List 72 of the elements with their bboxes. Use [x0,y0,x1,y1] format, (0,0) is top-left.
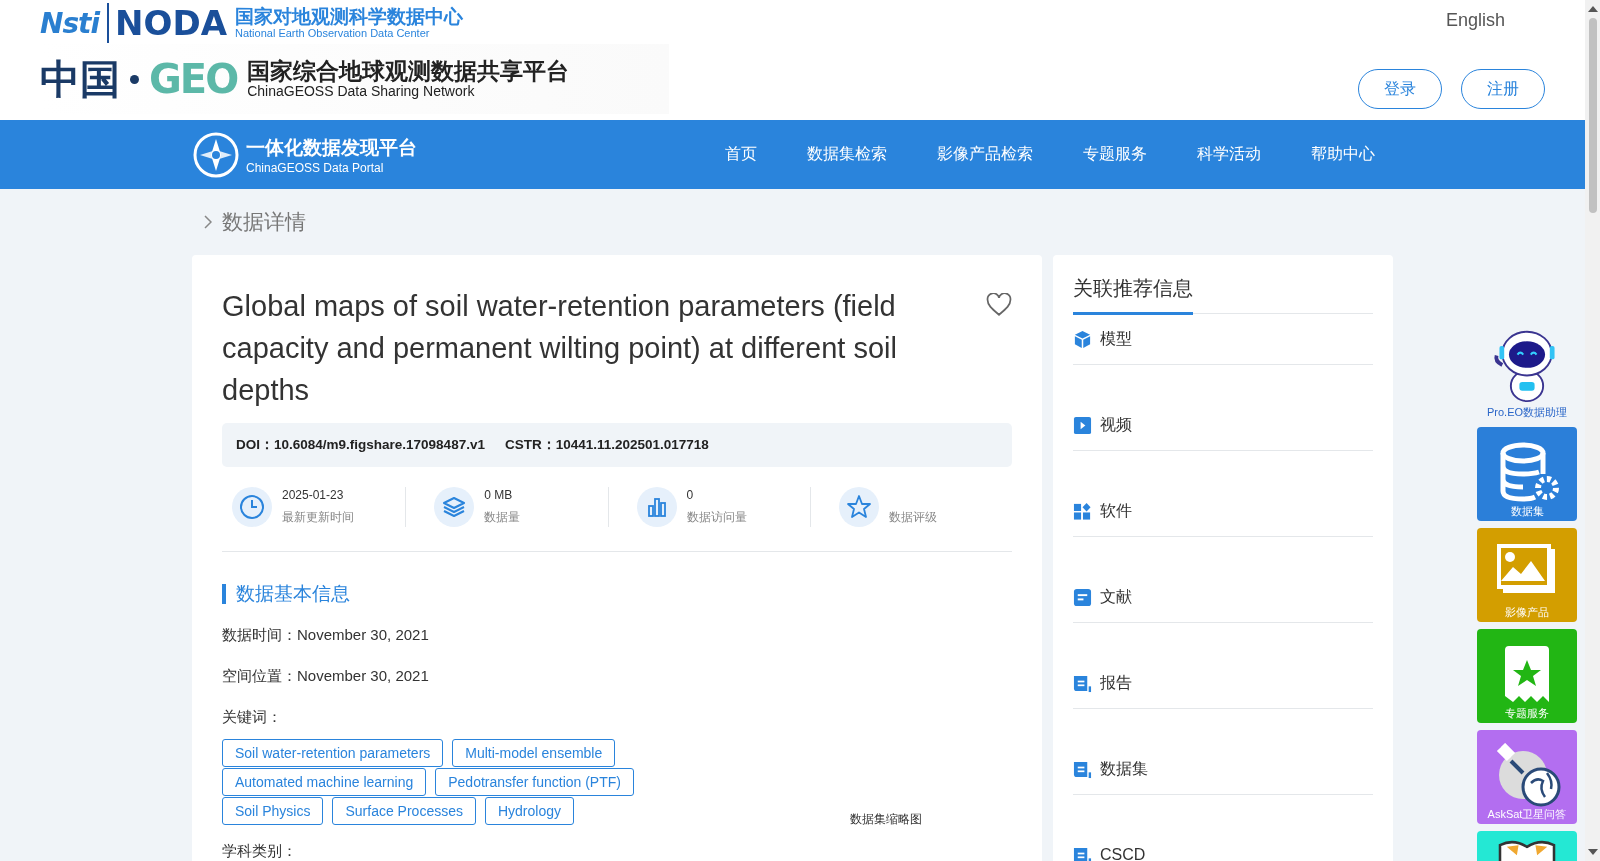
keyword-tag[interactable]: Automated machine learning [222,768,427,796]
platform-name: 国家综合地球观测数据共享平台 [247,58,570,84]
keyword-tag[interactable]: Pedotransfer function (PTF) [435,768,634,796]
portal-subtitle: ChinaGEOSS Data Portal [246,160,385,175]
stat-label: 数据访问量 [686,509,747,526]
document-icon [1073,587,1092,607]
compass-logo-icon [192,130,240,179]
keyword-tag[interactable]: Multi-model ensemble [452,739,616,767]
nav-link[interactable]: 影像产品检索 [937,144,1033,165]
nav-link[interactable]: 科学活动 [1197,144,1261,165]
panel-title: 关联推荐信息 [1073,275,1193,315]
scroll-icon [1073,673,1092,693]
nav-link[interactable]: 首页 [725,144,757,165]
center-name-english: National Earth Observation Data Center [235,27,431,40]
related-link[interactable]: 数据集 [1100,758,1148,780]
stat-label: 最新更新时间 [282,509,354,526]
related-link[interactable]: 报告 [1100,672,1132,694]
apps-icon [1073,501,1092,521]
scrollbar[interactable] [1585,0,1600,861]
shortcut-tile[interactable]: 数据集 [1477,427,1577,521]
stat-value: 2025-01-23 [282,488,345,502]
thumbnail-caption: 数据集缩略图 [850,811,922,828]
section-title: 数据基本信息 [222,584,1012,604]
scroll-icon [1073,759,1092,779]
related-link[interactable]: 软件 [1100,500,1132,522]
nav-link[interactable]: 数据集检索 [807,144,887,165]
scroll-down-icon[interactable] [1587,849,1598,855]
shortcut-tile[interactable]: 影像产品 [1477,528,1577,622]
portal-title: 一体化数据发现平台 [246,135,417,160]
heart-icon[interactable] [986,293,1012,317]
keyword-tag[interactable]: Soil Physics [222,797,324,825]
cube-icon [1073,329,1092,349]
category-label: 学科类别： [222,842,298,861]
shortcut-tile[interactable]: 专题服务 [1477,629,1577,723]
related-link[interactable]: 文献 [1100,586,1132,608]
layers-icon [434,487,475,527]
dataset-title: Global maps of soil water-retention parameters (field capacity and permanent wilting point) at different soil depths [222,289,898,408]
field-text: 空间位置：November 30, 2021 [222,667,430,686]
logo-text: Nsti [40,6,100,40]
play-icon [1073,415,1092,435]
keyword-tag[interactable]: Hydrology [484,797,574,825]
dot-icon [130,74,139,84]
assistant-link[interactable]: Pro.EO数据助理 [1486,405,1568,420]
stat-label: 数据量 [484,509,521,526]
related-link[interactable]: 模型 [1100,328,1132,350]
keyword-tag[interactable]: Surface Processes [332,797,476,825]
clock-icon [232,487,272,527]
field-text: 数据时间：November 30, 2021 [222,626,430,645]
auth-button[interactable]: 登录 [1358,69,1442,109]
logo-text: 中国 [40,53,120,104]
auth-button[interactable]: 注册 [1461,69,1545,109]
logo-text: GEO [149,56,238,102]
center-name: 国家对地观测科学数据中心 [235,6,463,28]
language-link[interactable]: English [1445,10,1505,31]
related-link[interactable]: CSCD [1100,846,1146,861]
nav-link[interactable]: 专题服务 [1083,144,1147,165]
shortcut-tile[interactable]: AskSat卫星问答 [1477,730,1577,824]
keyword-tag[interactable]: Soil water-retention parameters [222,739,444,767]
platform-name-english: ChinaGEOSS Data Sharing Network [247,83,475,100]
chevron-right-icon [204,215,212,229]
identifier-text: DOI：10.6084/m9.figshare.17098487.v1 [236,436,485,454]
keywords-label: 关键词： [222,708,283,727]
identifier-text: CSTR：10441.11.202501.017718 [504,436,709,454]
scroll-up-icon[interactable] [1587,6,1598,12]
breadcrumb: 数据详情 [222,209,306,235]
scroll-thumb[interactable] [1588,18,1597,213]
stat-value: 0 [686,488,695,502]
related-link[interactable]: 视频 [1100,414,1132,436]
stat-value: 0 MB [484,488,514,502]
nav-link[interactable]: 帮助中心 [1311,144,1375,165]
bar-chart-icon [636,487,677,527]
stat-label: 数据评级 [888,509,937,526]
